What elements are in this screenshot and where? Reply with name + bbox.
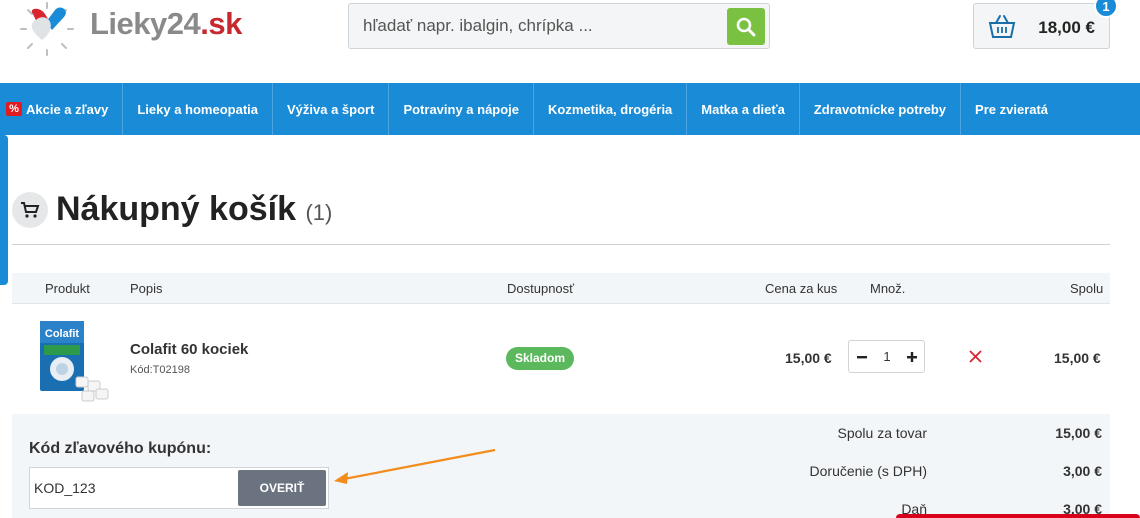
nav-item-label: Výživa a šport [287, 101, 375, 117]
annotation-arrow-icon [334, 448, 496, 484]
summary-label: Spolu za tovar [837, 425, 928, 441]
cart-button[interactable]: 18,00 € [973, 3, 1110, 49]
basket-icon [988, 15, 1016, 38]
product-name[interactable]: Colafit 60 kociek [130, 341, 248, 358]
col-product: Produkt [45, 281, 90, 296]
shopping-cart-icon [21, 202, 40, 218]
logo-text: Lieky24.sk [90, 6, 242, 41]
col-description: Popis [130, 281, 163, 296]
divider [12, 244, 1110, 245]
summary-value: 3,00 € [1063, 463, 1102, 479]
quantity-stepper: 1 [848, 340, 925, 373]
search-icon [736, 17, 756, 36]
col-quantity: Množ. [870, 281, 906, 296]
nav-item-label: Akcie a zľavy [26, 101, 109, 117]
site-header: Lieky24.sk 18,00 € 1 [0, 0, 1140, 83]
summary-label: Doručenie (s DPH) [809, 463, 927, 479]
col-total: Spolu [1070, 281, 1104, 296]
unit-price: 15,00 € [785, 350, 832, 366]
minus-icon[interactable] [852, 347, 872, 367]
nav-item-potraviny[interactable]: Potraviny a nápoje [389, 83, 535, 135]
nav-item-label: Potraviny a nápoje [403, 101, 520, 117]
table-header: Produkt Popis Dostupnosť Cena za kus Mno… [12, 273, 1110, 304]
nav-item-matka[interactable]: Matka a dieťa [687, 83, 800, 135]
cart-count-badge: 1 [1094, 0, 1118, 18]
table-row: Colafit Colafit 60 kociek Kód:T02198 Skl… [12, 305, 1110, 413]
summary-value: 15,00 € [1055, 425, 1102, 441]
product-image[interactable]: Colafit [36, 315, 120, 407]
search-input[interactable] [363, 4, 723, 48]
main-nav: % Akcie a zľavy Lieky a homeopatia Výživa… [0, 83, 1140, 135]
nav-item-zdravotnicke[interactable]: Zdravotnícke potreby [800, 83, 962, 135]
logo-icon [20, 2, 74, 56]
col-unit-price: Cena za kus [765, 281, 838, 296]
nav-item-vyziva[interactable]: Výživa a šport [273, 83, 390, 135]
product-brand-text: Colafit [45, 328, 80, 340]
availability-badge: Skladom [506, 347, 575, 370]
verify-coupon-button[interactable]: OVERIŤ [238, 470, 326, 506]
cart-footer: Kód zľavového kupónu: OVERIŤ Spolu za to… [12, 414, 1110, 518]
nav-item-label: Matka a dieťa [701, 101, 785, 117]
cart-total: 18,00 € [1038, 18, 1095, 37]
page-title: Nákupný košík (1) [56, 190, 333, 228]
remove-item-button[interactable] [969, 348, 982, 368]
coupon-label: Kód zľavového kupónu: [29, 440, 212, 457]
logo[interactable]: Lieky24.sk [12, 0, 242, 58]
product-box-image: Colafit [40, 321, 109, 402]
line-total: 15,00 € [1054, 350, 1101, 366]
nav-item-kozmetika[interactable]: Kozmetika, drogéria [534, 83, 688, 135]
plus-icon[interactable] [902, 347, 922, 367]
search-bar [348, 3, 770, 49]
nav-item-label: Zdravotnícke potreby [813, 101, 947, 117]
nav-item-label: Kozmetika, drogéria [548, 101, 673, 117]
nav-item-akcie[interactable]: % Akcie a zľavy [0, 83, 124, 135]
cart-title-icon [12, 192, 48, 228]
coupon-form: OVERIŤ [29, 467, 329, 509]
coupon-input[interactable] [34, 468, 234, 508]
product-code: Kód:T02198 [130, 364, 190, 376]
quantity-value[interactable]: 1 [876, 349, 898, 364]
item-count: (1) [305, 200, 333, 225]
nav-item-label: Pre zvieratá [975, 101, 1049, 117]
nav-item-lieky[interactable]: Lieky a homeopatia [123, 83, 273, 135]
search-button[interactable] [727, 8, 765, 45]
nav-item-label: Lieky a homeopatia [137, 101, 258, 117]
close-icon [969, 350, 982, 363]
percent-icon: % [6, 102, 22, 116]
chat-widget-tab[interactable] [896, 514, 1140, 518]
nav-item-zvierata[interactable]: Pre zvieratá [961, 83, 1062, 135]
col-availability: Dostupnosť [507, 281, 575, 296]
side-tab[interactable] [0, 135, 8, 285]
